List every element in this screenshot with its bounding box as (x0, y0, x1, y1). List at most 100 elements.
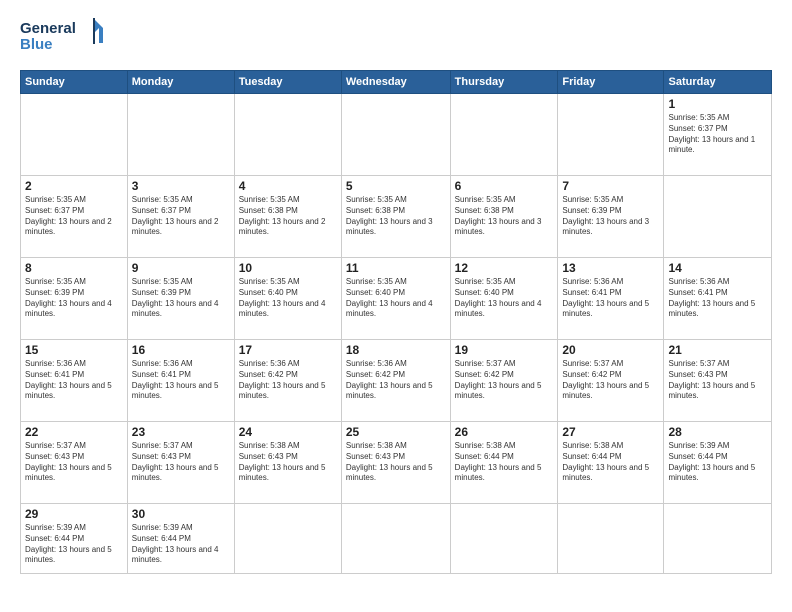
calendar-cell-day-20: 20 Sunrise: 5:37 AMSunset: 6:42 PMDaylig… (558, 340, 664, 422)
cell-content: Sunrise: 5:35 AMSunset: 6:38 PMDaylight:… (346, 195, 446, 238)
calendar-cell-day-26: 26 Sunrise: 5:38 AMSunset: 6:44 PMDaylig… (450, 422, 558, 504)
calendar-header-monday: Monday (127, 71, 234, 94)
day-number: 16 (132, 343, 230, 357)
cell-content: Sunrise: 5:36 AMSunset: 6:42 PMDaylight:… (346, 359, 446, 402)
day-number: 30 (132, 507, 230, 521)
cell-content: Sunrise: 5:37 AMSunset: 6:43 PMDaylight:… (132, 441, 230, 484)
cell-content: Sunrise: 5:35 AMSunset: 6:40 PMDaylight:… (239, 277, 337, 320)
cell-content: Sunrise: 5:35 AMSunset: 6:38 PMDaylight:… (455, 195, 554, 238)
calendar-cell-day-5: 5 Sunrise: 5:35 AMSunset: 6:38 PMDayligh… (341, 176, 450, 258)
cell-content: Sunrise: 5:37 AMSunset: 6:43 PMDaylight:… (25, 441, 123, 484)
calendar-header-sunday: Sunday (21, 71, 128, 94)
page: General Blue SundayMondayTuesdayWednesda… (0, 0, 792, 612)
logo: General Blue (20, 15, 110, 60)
day-number: 21 (668, 343, 767, 357)
cell-content: Sunrise: 5:39 AMSunset: 6:44 PMDaylight:… (668, 441, 767, 484)
day-number: 28 (668, 425, 767, 439)
cell-content: Sunrise: 5:37 AMSunset: 6:43 PMDaylight:… (668, 359, 767, 402)
day-number: 19 (455, 343, 554, 357)
cell-content: Sunrise: 5:35 AMSunset: 6:39 PMDaylight:… (562, 195, 659, 238)
calendar-empty-cell (234, 94, 341, 176)
day-number: 8 (25, 261, 123, 275)
day-number: 18 (346, 343, 446, 357)
day-number: 4 (239, 179, 337, 193)
cell-content: Sunrise: 5:35 AMSunset: 6:40 PMDaylight:… (346, 277, 446, 320)
cell-content: Sunrise: 5:35 AMSunset: 6:39 PMDaylight:… (25, 277, 123, 320)
day-number: 6 (455, 179, 554, 193)
day-number: 29 (25, 507, 123, 521)
calendar-cell-day-29: 29 Sunrise: 5:39 AMSunset: 6:44 PMDaylig… (21, 504, 128, 574)
calendar-cell-day-27: 27 Sunrise: 5:38 AMSunset: 6:44 PMDaylig… (558, 422, 664, 504)
calendar-empty-cell (341, 504, 450, 574)
cell-content: Sunrise: 5:39 AMSunset: 6:44 PMDaylight:… (132, 523, 230, 566)
cell-content: Sunrise: 5:38 AMSunset: 6:44 PMDaylight:… (455, 441, 554, 484)
calendar-cell-day-22: 22 Sunrise: 5:37 AMSunset: 6:43 PMDaylig… (21, 422, 128, 504)
calendar-empty-cell (664, 504, 772, 574)
day-number: 9 (132, 261, 230, 275)
calendar-week-5: 22 Sunrise: 5:37 AMSunset: 6:43 PMDaylig… (21, 422, 772, 504)
calendar-cell-day-19: 19 Sunrise: 5:37 AMSunset: 6:42 PMDaylig… (450, 340, 558, 422)
day-number: 27 (562, 425, 659, 439)
calendar-cell-day-11: 11 Sunrise: 5:35 AMSunset: 6:40 PMDaylig… (341, 258, 450, 340)
calendar-cell-day-3: 3 Sunrise: 5:35 AMSunset: 6:37 PMDayligh… (127, 176, 234, 258)
cell-content: Sunrise: 5:36 AMSunset: 6:41 PMDaylight:… (562, 277, 659, 320)
calendar-empty-cell (21, 94, 128, 176)
calendar-cell-day-25: 25 Sunrise: 5:38 AMSunset: 6:43 PMDaylig… (341, 422, 450, 504)
cell-content: Sunrise: 5:36 AMSunset: 6:41 PMDaylight:… (668, 277, 767, 320)
day-number: 12 (455, 261, 554, 275)
svg-text:Blue: Blue (20, 36, 53, 53)
calendar-cell-day-30: 30 Sunrise: 5:39 AMSunset: 6:44 PMDaylig… (127, 504, 234, 574)
calendar-header-saturday: Saturday (664, 71, 772, 94)
cell-content: Sunrise: 5:35 AMSunset: 6:40 PMDaylight:… (455, 277, 554, 320)
calendar-cell-day-9: 9 Sunrise: 5:35 AMSunset: 6:39 PMDayligh… (127, 258, 234, 340)
cell-content: Sunrise: 5:38 AMSunset: 6:44 PMDaylight:… (562, 441, 659, 484)
day-number: 22 (25, 425, 123, 439)
cell-content: Sunrise: 5:35 AMSunset: 6:39 PMDaylight:… (132, 277, 230, 320)
calendar-header-friday: Friday (558, 71, 664, 94)
cell-content: Sunrise: 5:37 AMSunset: 6:42 PMDaylight:… (455, 359, 554, 402)
day-number: 10 (239, 261, 337, 275)
calendar-cell-day-18: 18 Sunrise: 5:36 AMSunset: 6:42 PMDaylig… (341, 340, 450, 422)
day-number: 3 (132, 179, 230, 193)
calendar-week-3: 8 Sunrise: 5:35 AMSunset: 6:39 PMDayligh… (21, 258, 772, 340)
calendar-empty-cell (558, 504, 664, 574)
svg-text:General: General (20, 20, 76, 37)
calendar-empty-cell (450, 504, 558, 574)
cell-content: Sunrise: 5:37 AMSunset: 6:42 PMDaylight:… (562, 359, 659, 402)
calendar-week-1: 1 Sunrise: 5:35 AMSunset: 6:37 PMDayligh… (21, 94, 772, 176)
calendar-header-row: SundayMondayTuesdayWednesdayThursdayFrid… (21, 71, 772, 94)
calendar-week-2: 2 Sunrise: 5:35 AMSunset: 6:37 PMDayligh… (21, 176, 772, 258)
day-number: 25 (346, 425, 446, 439)
calendar-empty-cell (234, 504, 341, 574)
calendar-cell-day-4: 4 Sunrise: 5:35 AMSunset: 6:38 PMDayligh… (234, 176, 341, 258)
calendar-empty-cell (664, 176, 772, 258)
calendar-week-4: 15 Sunrise: 5:36 AMSunset: 6:41 PMDaylig… (21, 340, 772, 422)
cell-content: Sunrise: 5:36 AMSunset: 6:41 PMDaylight:… (132, 359, 230, 402)
day-number: 5 (346, 179, 446, 193)
calendar-cell-day-21: 21 Sunrise: 5:37 AMSunset: 6:43 PMDaylig… (664, 340, 772, 422)
calendar-cell-day-1: 1 Sunrise: 5:35 AMSunset: 6:37 PMDayligh… (664, 94, 772, 176)
day-number: 7 (562, 179, 659, 193)
calendar-cell-day-13: 13 Sunrise: 5:36 AMSunset: 6:41 PMDaylig… (558, 258, 664, 340)
calendar-empty-cell (558, 94, 664, 176)
day-number: 23 (132, 425, 230, 439)
header: General Blue (20, 15, 772, 60)
cell-content: Sunrise: 5:35 AMSunset: 6:37 PMDaylight:… (132, 195, 230, 238)
calendar-header-wednesday: Wednesday (341, 71, 450, 94)
calendar-cell-day-6: 6 Sunrise: 5:35 AMSunset: 6:38 PMDayligh… (450, 176, 558, 258)
calendar-cell-day-7: 7 Sunrise: 5:35 AMSunset: 6:39 PMDayligh… (558, 176, 664, 258)
calendar-cell-day-14: 14 Sunrise: 5:36 AMSunset: 6:41 PMDaylig… (664, 258, 772, 340)
calendar-empty-cell (450, 94, 558, 176)
calendar-week-6: 29 Sunrise: 5:39 AMSunset: 6:44 PMDaylig… (21, 504, 772, 574)
calendar: SundayMondayTuesdayWednesdayThursdayFrid… (20, 70, 772, 574)
day-number: 24 (239, 425, 337, 439)
cell-content: Sunrise: 5:35 AMSunset: 6:38 PMDaylight:… (239, 195, 337, 238)
calendar-cell-day-23: 23 Sunrise: 5:37 AMSunset: 6:43 PMDaylig… (127, 422, 234, 504)
calendar-cell-day-16: 16 Sunrise: 5:36 AMSunset: 6:41 PMDaylig… (127, 340, 234, 422)
cell-content: Sunrise: 5:36 AMSunset: 6:42 PMDaylight:… (239, 359, 337, 402)
cell-content: Sunrise: 5:36 AMSunset: 6:41 PMDaylight:… (25, 359, 123, 402)
cell-content: Sunrise: 5:38 AMSunset: 6:43 PMDaylight:… (346, 441, 446, 484)
day-number: 14 (668, 261, 767, 275)
calendar-cell-day-8: 8 Sunrise: 5:35 AMSunset: 6:39 PMDayligh… (21, 258, 128, 340)
calendar-empty-cell (127, 94, 234, 176)
